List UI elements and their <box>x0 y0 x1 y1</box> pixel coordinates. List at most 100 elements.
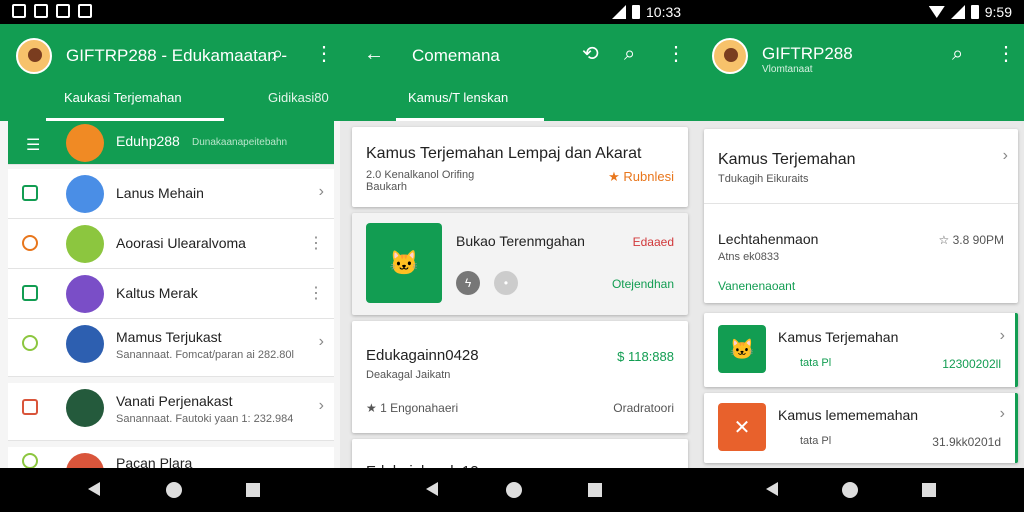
home-icon[interactable] <box>842 482 858 498</box>
action-link[interactable]: Vanenenaoant <box>718 279 795 293</box>
more-icon[interactable]: ⋮ <box>314 44 334 64</box>
page-title: Comemana <box>412 46 500 65</box>
recents-icon[interactable] <box>922 483 936 497</box>
card-title: Kamus Terjemahan <box>778 329 899 345</box>
list-item[interactable]: Vanati Perjenakast Sanannaat. Fautoki ya… <box>8 383 334 441</box>
chevron-right-icon[interactable]: › <box>319 333 324 351</box>
home-icon[interactable] <box>506 482 522 498</box>
list-icon <box>22 399 38 415</box>
panel-drawer: GIFTRP288 - Edukamaatan - ⌕ ⋮ Kaukasi Te… <box>0 24 340 491</box>
chevron-right-icon[interactable]: › <box>1000 405 1005 423</box>
action-link[interactable]: Otejendhan <box>612 277 674 291</box>
back-arrow-icon[interactable]: ← <box>364 44 384 64</box>
share-icon[interactable]: ⟲ <box>582 44 599 64</box>
signal-icon <box>950 5 965 19</box>
chevron-right-icon[interactable]: › <box>1000 327 1005 345</box>
card-sub: Tdukagih Eikuraits <box>718 173 809 185</box>
list-icon <box>22 335 38 351</box>
divider <box>704 203 1018 204</box>
tab-second[interactable]: Gidikasi80 <box>268 90 329 105</box>
price-label: $ 118:888 <box>617 349 674 364</box>
app-card[interactable]: Edukagainn0428 Deakagal Jaikatn $ 118:88… <box>352 321 688 433</box>
list-item[interactable]: Kaltus Merak ⋮ <box>8 269 334 319</box>
app-icon <box>66 275 104 313</box>
list-item-active[interactable]: ☰ Eduhp288 Dunakaanapeitebahn <box>8 121 334 165</box>
avatar <box>66 389 104 427</box>
list-item[interactable]: Aoorasi Ulearalvoma ⋮ <box>8 219 334 269</box>
search-icon[interactable]: ⌕ <box>272 44 283 64</box>
signal-icon <box>612 5 626 19</box>
app-icon <box>66 325 104 363</box>
status-right-2: 9:59 <box>928 4 1012 20</box>
app-card[interactable]: 🐱 Bukao Terenmgahan Edaaed ϟ • Otejendha… <box>352 213 688 315</box>
status-time: 9:59 <box>984 4 1012 20</box>
list-item[interactable]: Lanus Mehain › <box>8 169 334 219</box>
list-item-title: Mamus Terjukast <box>116 329 222 345</box>
list-item-sub: Sanannaat. Fomcat/paran ai 282.80l <box>116 349 294 361</box>
status-time: 10:33 <box>646 4 682 20</box>
recents-icon[interactable] <box>588 483 602 497</box>
more-icon[interactable]: ⋮ <box>308 233 324 253</box>
app-icon <box>66 175 104 213</box>
status-badge: Edaaed <box>632 235 674 249</box>
avatar[interactable] <box>712 38 748 74</box>
dot-icon[interactable]: • <box>494 271 518 295</box>
list-icon <box>22 235 38 251</box>
list-item-title: Aoorasi Ulearalvoma <box>116 235 246 251</box>
panel-detail: ← Comemana ⟲ ⌕ ⋮ Kamus/T lenskan Kamus T… <box>340 24 698 479</box>
chevron-right-icon[interactable]: › <box>319 397 324 415</box>
list-icon <box>22 453 38 469</box>
card-sub: tata Pl <box>800 435 832 447</box>
app-card[interactable]: Kamus Terjemahan Tdukagih Eikuraits › Le… <box>704 129 1018 303</box>
tab-kamus[interactable]: Kamus/T lenskan <box>408 90 508 105</box>
card-title: Lechtahenmaon <box>718 231 819 247</box>
battery-icon <box>970 5 979 19</box>
list-item-title: Lanus Mehain <box>116 185 204 201</box>
app-card[interactable]: Kamus Terjemahan Lempaj dan Akarat 2.0 K… <box>352 127 688 207</box>
menu-icon[interactable]: ☰ <box>26 135 40 155</box>
chevron-right-icon[interactable]: › <box>319 183 324 201</box>
list-icon <box>22 185 38 201</box>
list-item[interactable]: Mamus Terjukast Sanannaat. Fomcat/paran … <box>8 319 334 377</box>
back-icon[interactable] <box>426 482 438 496</box>
tab-translation[interactable]: Kaukasi Terjemahan <box>64 90 182 105</box>
more-icon[interactable]: ⋮ <box>996 44 1016 64</box>
system-nav-bar <box>0 468 1024 512</box>
notification-icon <box>34 4 48 18</box>
flash-icon[interactable]: ϟ <box>456 271 480 295</box>
list-item-sub: Dunakaanapeitebahn <box>192 137 288 148</box>
status-bar: 10:33 9:59 <box>0 0 1024 24</box>
app-card[interactable]: 🐱 Kamus Terjemahan tata Pl 12300202ll › <box>704 313 1018 387</box>
profile-title: GIFTRP288 <box>762 44 853 63</box>
card-sub: Baukarh <box>366 181 407 193</box>
more-icon[interactable]: ⋮ <box>308 283 324 303</box>
search-icon[interactable]: ⌕ <box>952 44 963 64</box>
list-item-sub: Sanannaat. Fautoki yaan 1: 232.984 <box>116 413 294 425</box>
card-title: Bukao Terenmgahan <box>456 233 585 249</box>
app-icon <box>66 124 104 162</box>
notification-icon <box>56 4 70 18</box>
home-icon[interactable] <box>166 482 182 498</box>
wifi-icon <box>928 6 945 18</box>
panel-profile: GIFTRP288 Vlomtanaat ⌕ ⋮ Kamus Terjemaha… <box>698 24 1024 468</box>
battery-icon <box>632 5 640 19</box>
back-icon[interactable] <box>88 482 100 496</box>
notification-icons <box>12 4 92 18</box>
action-link[interactable]: Oradratoori <box>613 401 674 415</box>
chevron-right-icon[interactable]: › <box>1003 147 1008 165</box>
avatar[interactable] <box>16 38 52 74</box>
list-item-title: Vanati Perjenakast <box>116 393 233 409</box>
profile-content: Kamus Terjemahan Tdukagih Eikuraits › Le… <box>698 121 1024 468</box>
card-title: Edukagainn0428 <box>366 347 479 364</box>
list-icon <box>22 285 38 301</box>
app-card[interactable]: ✕ Kamus lemememahan tata Pl 31.9kk0201d … <box>704 393 1018 463</box>
rating-label: ★ 1 Engonahaeri <box>366 401 459 415</box>
app-icon <box>66 225 104 263</box>
recents-icon[interactable] <box>246 483 260 497</box>
value-label: 12300202ll <box>942 357 1001 371</box>
app-logo-icon: 🐱 <box>718 325 766 373</box>
back-icon[interactable] <box>766 482 778 496</box>
app-logo-icon: 🐱 <box>366 223 442 303</box>
more-icon[interactable]: ⋮ <box>666 44 686 64</box>
search-icon[interactable]: ⌕ <box>624 44 635 64</box>
